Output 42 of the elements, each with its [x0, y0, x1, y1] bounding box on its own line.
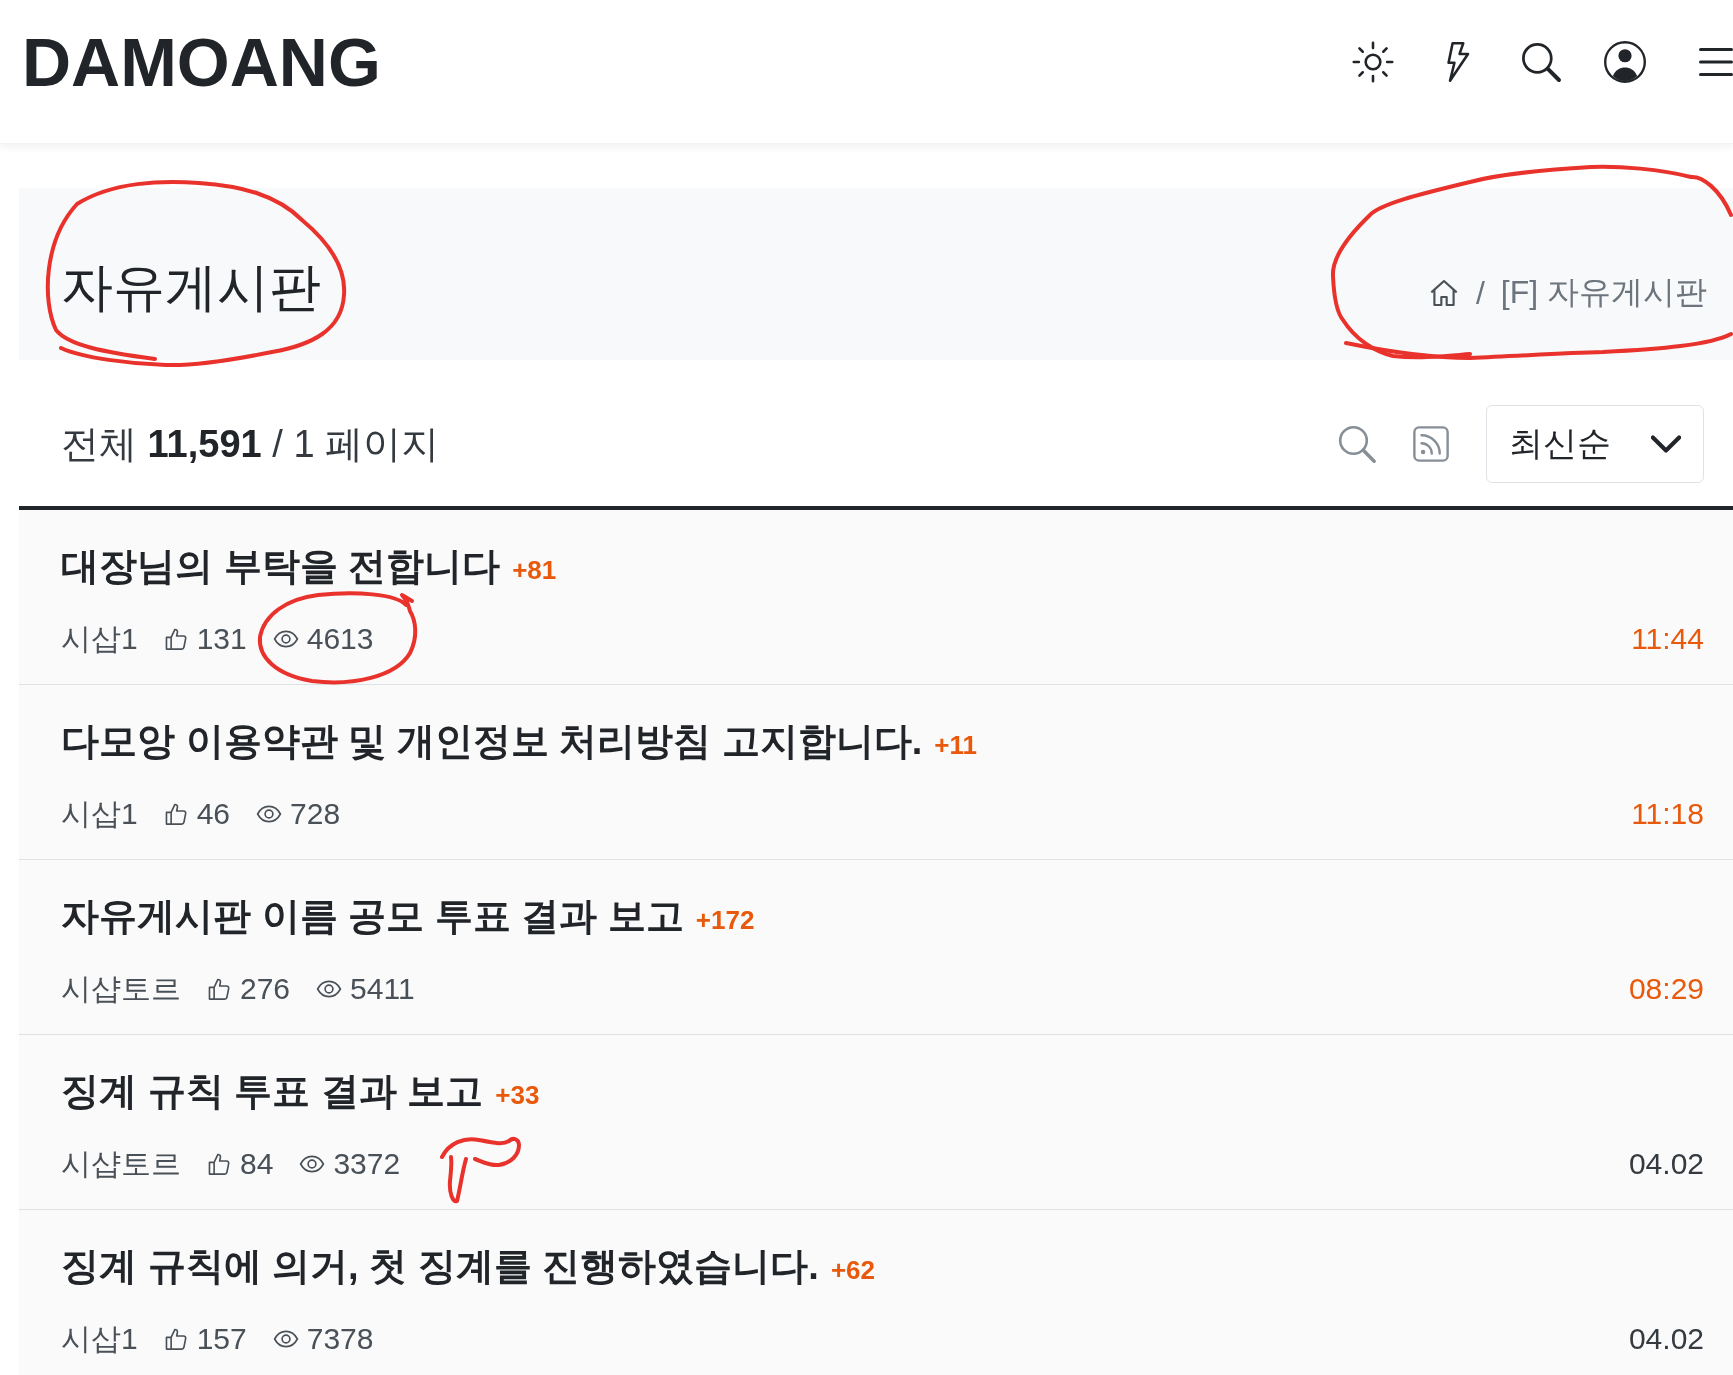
post-time: 11:18 — [1631, 797, 1704, 831]
view-count: 4613 — [306, 622, 374, 656]
post-time: 11:44 — [1631, 622, 1704, 656]
view-count: 7378 — [306, 1322, 374, 1356]
comment-count: +172 — [695, 904, 755, 937]
comment-count: +62 — [830, 1254, 875, 1287]
post-time: 04.02 — [1628, 1147, 1704, 1181]
post-time: 08:29 — [1628, 972, 1704, 1006]
author-name: 시삽1 — [61, 795, 138, 832]
view-count: 3372 — [333, 1147, 401, 1181]
rss-icon[interactable] — [1412, 425, 1450, 463]
post-title[interactable]: 다모앙 이용약관 및 개인정보 처리방침 고지합니다. — [61, 716, 923, 766]
like-count: 84 — [240, 1147, 274, 1181]
breadcrumb-link[interactable]: [F] 자유게시판 — [1500, 271, 1707, 315]
thumbs-up-icon — [206, 976, 232, 1002]
like-count: 131 — [196, 622, 247, 656]
like-count: 276 — [240, 972, 291, 1006]
author-name: 시샵토르 — [61, 970, 181, 1007]
thumbs-up-icon — [206, 1151, 232, 1177]
post-time: 04.02 — [1628, 1322, 1704, 1356]
like-count: 157 — [196, 1322, 247, 1356]
post-title[interactable]: 자유게시판 이름 공모 투표 결과 보고 — [61, 891, 684, 941]
breadcrumb-separator: / — [1475, 274, 1485, 312]
view-count: 728 — [290, 797, 341, 831]
site-logo[interactable]: DAMOANG — [22, 27, 381, 96]
author-name: 시샵토르 — [61, 1145, 181, 1182]
author-name: 시삽1 — [61, 1320, 138, 1357]
comment-count: +33 — [495, 1079, 540, 1112]
post-title[interactable]: 징계 규칙 투표 결과 보고 — [61, 1066, 484, 1116]
post-title[interactable]: 대장님의 부탁을 전합니다 — [61, 541, 501, 591]
post-count: 전체 11,591 / 1 페이지 — [61, 421, 440, 467]
view-count: 5411 — [350, 972, 415, 1006]
like-count: 46 — [196, 797, 231, 831]
user-icon[interactable] — [1603, 39, 1647, 84]
sun-icon[interactable] — [1351, 39, 1395, 84]
post-title[interactable]: 징계 규칙에 의거, 첫 징계를 진행하였습니다. — [61, 1241, 819, 1291]
menu-icon[interactable] — [1699, 46, 1733, 77]
comment-count: +11 — [934, 729, 978, 762]
sort-dropdown[interactable]: 최신순 — [1486, 405, 1704, 483]
comment-count: +81 — [512, 554, 557, 587]
author-name: 시삽1 — [61, 620, 138, 657]
page-title: 자유게시판 — [61, 256, 321, 318]
